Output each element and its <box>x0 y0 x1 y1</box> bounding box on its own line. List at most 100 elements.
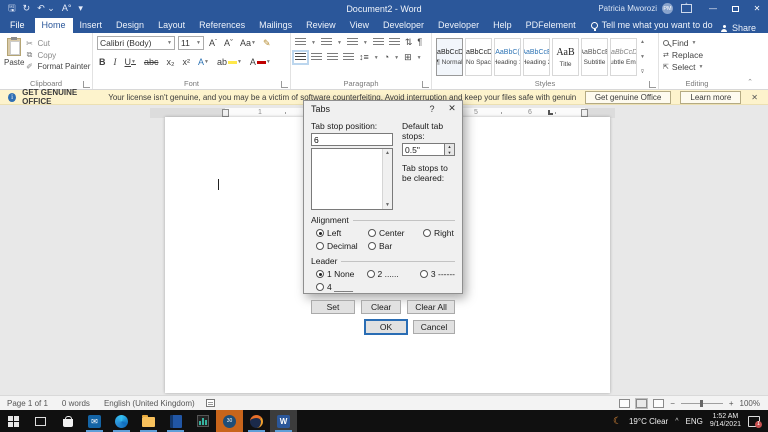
tab-developer-2[interactable]: Developer <box>431 18 486 33</box>
language-indicator[interactable]: English (United Kingdom) <box>97 399 202 408</box>
web-layout-icon[interactable] <box>653 399 664 408</box>
share-button[interactable]: Share <box>721 23 768 33</box>
format-painter-button[interactable]: ✐Format Painter <box>24 62 90 71</box>
zoom-out-button[interactable]: − <box>670 399 675 408</box>
zoom-slider[interactable] <box>681 403 723 404</box>
change-case-button[interactable]: Aa▼ <box>238 36 258 50</box>
get-genuine-office-button[interactable]: Get genuine Office <box>585 91 672 104</box>
styles-scroll-up-icon[interactable]: ▲ <box>640 39 645 45</box>
print-layout-icon[interactable] <box>636 399 647 408</box>
clear-all-button[interactable]: Clear All <box>407 300 455 314</box>
onenote-app-button[interactable] <box>162 410 189 432</box>
font-color-button[interactable]: A▼ <box>248 55 273 69</box>
minimize-button[interactable]: — <box>702 0 724 17</box>
tab-stops-listbox[interactable]: ▲▼ <box>311 148 393 210</box>
left-indent-marker[interactable] <box>222 109 229 117</box>
decrease-indent-icon[interactable] <box>373 38 384 47</box>
tell-me-box[interactable]: Tell me what you want to do <box>583 18 721 33</box>
tab-stop-position-input[interactable] <box>311 133 393 146</box>
start-button[interactable] <box>0 410 27 432</box>
grow-font-button[interactable]: Aˆ <box>207 36 219 50</box>
strikethrough-button[interactable]: abc <box>142 55 161 69</box>
timer-app-button[interactable]: 30 <box>216 410 243 432</box>
hidden-icons-chevron[interactable]: ^ <box>675 418 678 425</box>
task-manager-button[interactable] <box>189 410 216 432</box>
dialog-title-bar[interactable]: Tabs ? ✕ <box>304 101 462 116</box>
line-spacing-icon[interactable]: ↕≡ <box>359 53 369 62</box>
text-effects-button[interactable]: A▼ <box>196 55 211 69</box>
scroll-up-icon[interactable]: ▲ <box>385 150 390 156</box>
mail-app-button[interactable]: ✉ <box>81 410 108 432</box>
clear-formatting-button[interactable]: ✎ <box>261 36 273 50</box>
zoom-in-button[interactable]: + <box>729 399 734 408</box>
close-button[interactable]: ✕ <box>746 0 768 17</box>
sort-icon[interactable]: ⇅ <box>405 38 413 47</box>
radio-align-left[interactable]: Left <box>316 228 368 238</box>
tab-help[interactable]: Help <box>486 18 519 33</box>
dialog-close-icon[interactable]: ✕ <box>442 103 462 114</box>
tab-developer-1[interactable]: Developer <box>376 18 431 33</box>
multilevel-list-icon[interactable] <box>347 38 358 47</box>
copy-button[interactable]: ⧉Copy <box>24 50 90 60</box>
file-explorer-button[interactable] <box>135 410 162 432</box>
clock[interactable]: 1:52 AM 9/14/2021 <box>710 413 741 429</box>
tab-insert[interactable]: Insert <box>73 18 110 33</box>
tab-review[interactable]: Review <box>299 18 343 33</box>
input-language[interactable]: ENG <box>686 417 703 426</box>
styles-dialog-launcher[interactable] <box>649 81 656 88</box>
listbox-scrollbar[interactable]: ▲▼ <box>382 149 392 209</box>
collapse-ribbon-icon[interactable]: ⌃ <box>735 33 765 89</box>
align-center-icon[interactable] <box>311 53 322 62</box>
highlight-button[interactable]: ab▼ <box>215 55 244 69</box>
shading-icon[interactable]: ◔ <box>384 53 389 62</box>
save-icon[interactable]: 🖫 <box>8 4 16 13</box>
word-count[interactable]: 0 words <box>55 399 97 408</box>
radio-leader-dashes[interactable]: 3 ------ <box>420 269 455 279</box>
style-normal[interactable]: AaBbCcDc¶ Normal <box>436 38 463 76</box>
scroll-down-icon[interactable]: ▼ <box>385 202 390 208</box>
paragraph-dialog-launcher[interactable] <box>422 81 429 88</box>
bold-button[interactable]: B <box>97 55 108 69</box>
proofing-icon[interactable] <box>206 399 215 407</box>
tab-home[interactable]: Home <box>35 18 73 33</box>
radio-align-bar[interactable]: Bar <box>368 241 423 251</box>
edge-browser-button[interactable] <box>108 410 135 432</box>
tab-mailings[interactable]: Mailings <box>252 18 299 33</box>
font-size-combo[interactable]: 11▼ <box>178 36 204 50</box>
styles-scroll-down-icon[interactable]: ▼ <box>640 54 645 60</box>
shrink-font-button[interactable]: Aˇ <box>222 36 235 50</box>
align-right-icon[interactable] <box>327 53 338 62</box>
read-mode-icon[interactable] <box>619 399 630 408</box>
font-tool-icon[interactable]: A° <box>62 4 72 13</box>
learn-more-button[interactable]: Learn more <box>680 91 741 104</box>
tab-file[interactable]: File <box>0 18 35 33</box>
cut-button[interactable]: ✂Cut <box>24 39 90 48</box>
tab-layout[interactable]: Layout <box>151 18 192 33</box>
subscript-button[interactable]: x₂ <box>164 55 176 69</box>
radio-align-decimal[interactable]: Decimal <box>316 241 368 251</box>
banner-close-icon[interactable]: ✕ <box>741 93 768 102</box>
default-tab-stops-spinner[interactable]: ▲▼ <box>444 143 455 156</box>
undo-icon[interactable]: ↶ ⌄ <box>37 4 55 13</box>
default-tab-stops-input[interactable]: 0.5" <box>402 143 444 156</box>
radio-align-right[interactable]: Right <box>423 228 455 238</box>
justify-icon[interactable] <box>343 53 354 62</box>
numbering-icon[interactable] <box>321 38 332 47</box>
style-subtitle[interactable]: AaBbCcESubtitle <box>581 38 608 76</box>
clear-button[interactable]: Clear <box>361 300 401 314</box>
page-indicator[interactable]: Page 1 of 1 <box>0 399 55 408</box>
tab-view[interactable]: View <box>343 18 376 33</box>
restore-button[interactable] <box>724 0 746 17</box>
zoom-level[interactable]: 100% <box>740 399 760 408</box>
increase-indent-icon[interactable] <box>389 38 400 47</box>
tab-references[interactable]: References <box>192 18 252 33</box>
radio-leader-dots[interactable]: 2 ...... <box>367 269 420 279</box>
weather-moon-icon[interactable]: ☾ <box>613 416 622 427</box>
radio-leader-underline[interactable]: 4 ____ <box>316 282 368 292</box>
bullets-icon[interactable] <box>295 38 306 47</box>
firefox-button[interactable] <box>243 410 270 432</box>
radio-leader-none[interactable]: 1 None <box>316 269 367 279</box>
style-subtle-emphasis[interactable]: AaBbCcDcSubtle Em... <box>610 38 637 76</box>
task-view-button[interactable] <box>27 410 54 432</box>
qat-customize-icon[interactable]: ▾ <box>78 4 83 13</box>
